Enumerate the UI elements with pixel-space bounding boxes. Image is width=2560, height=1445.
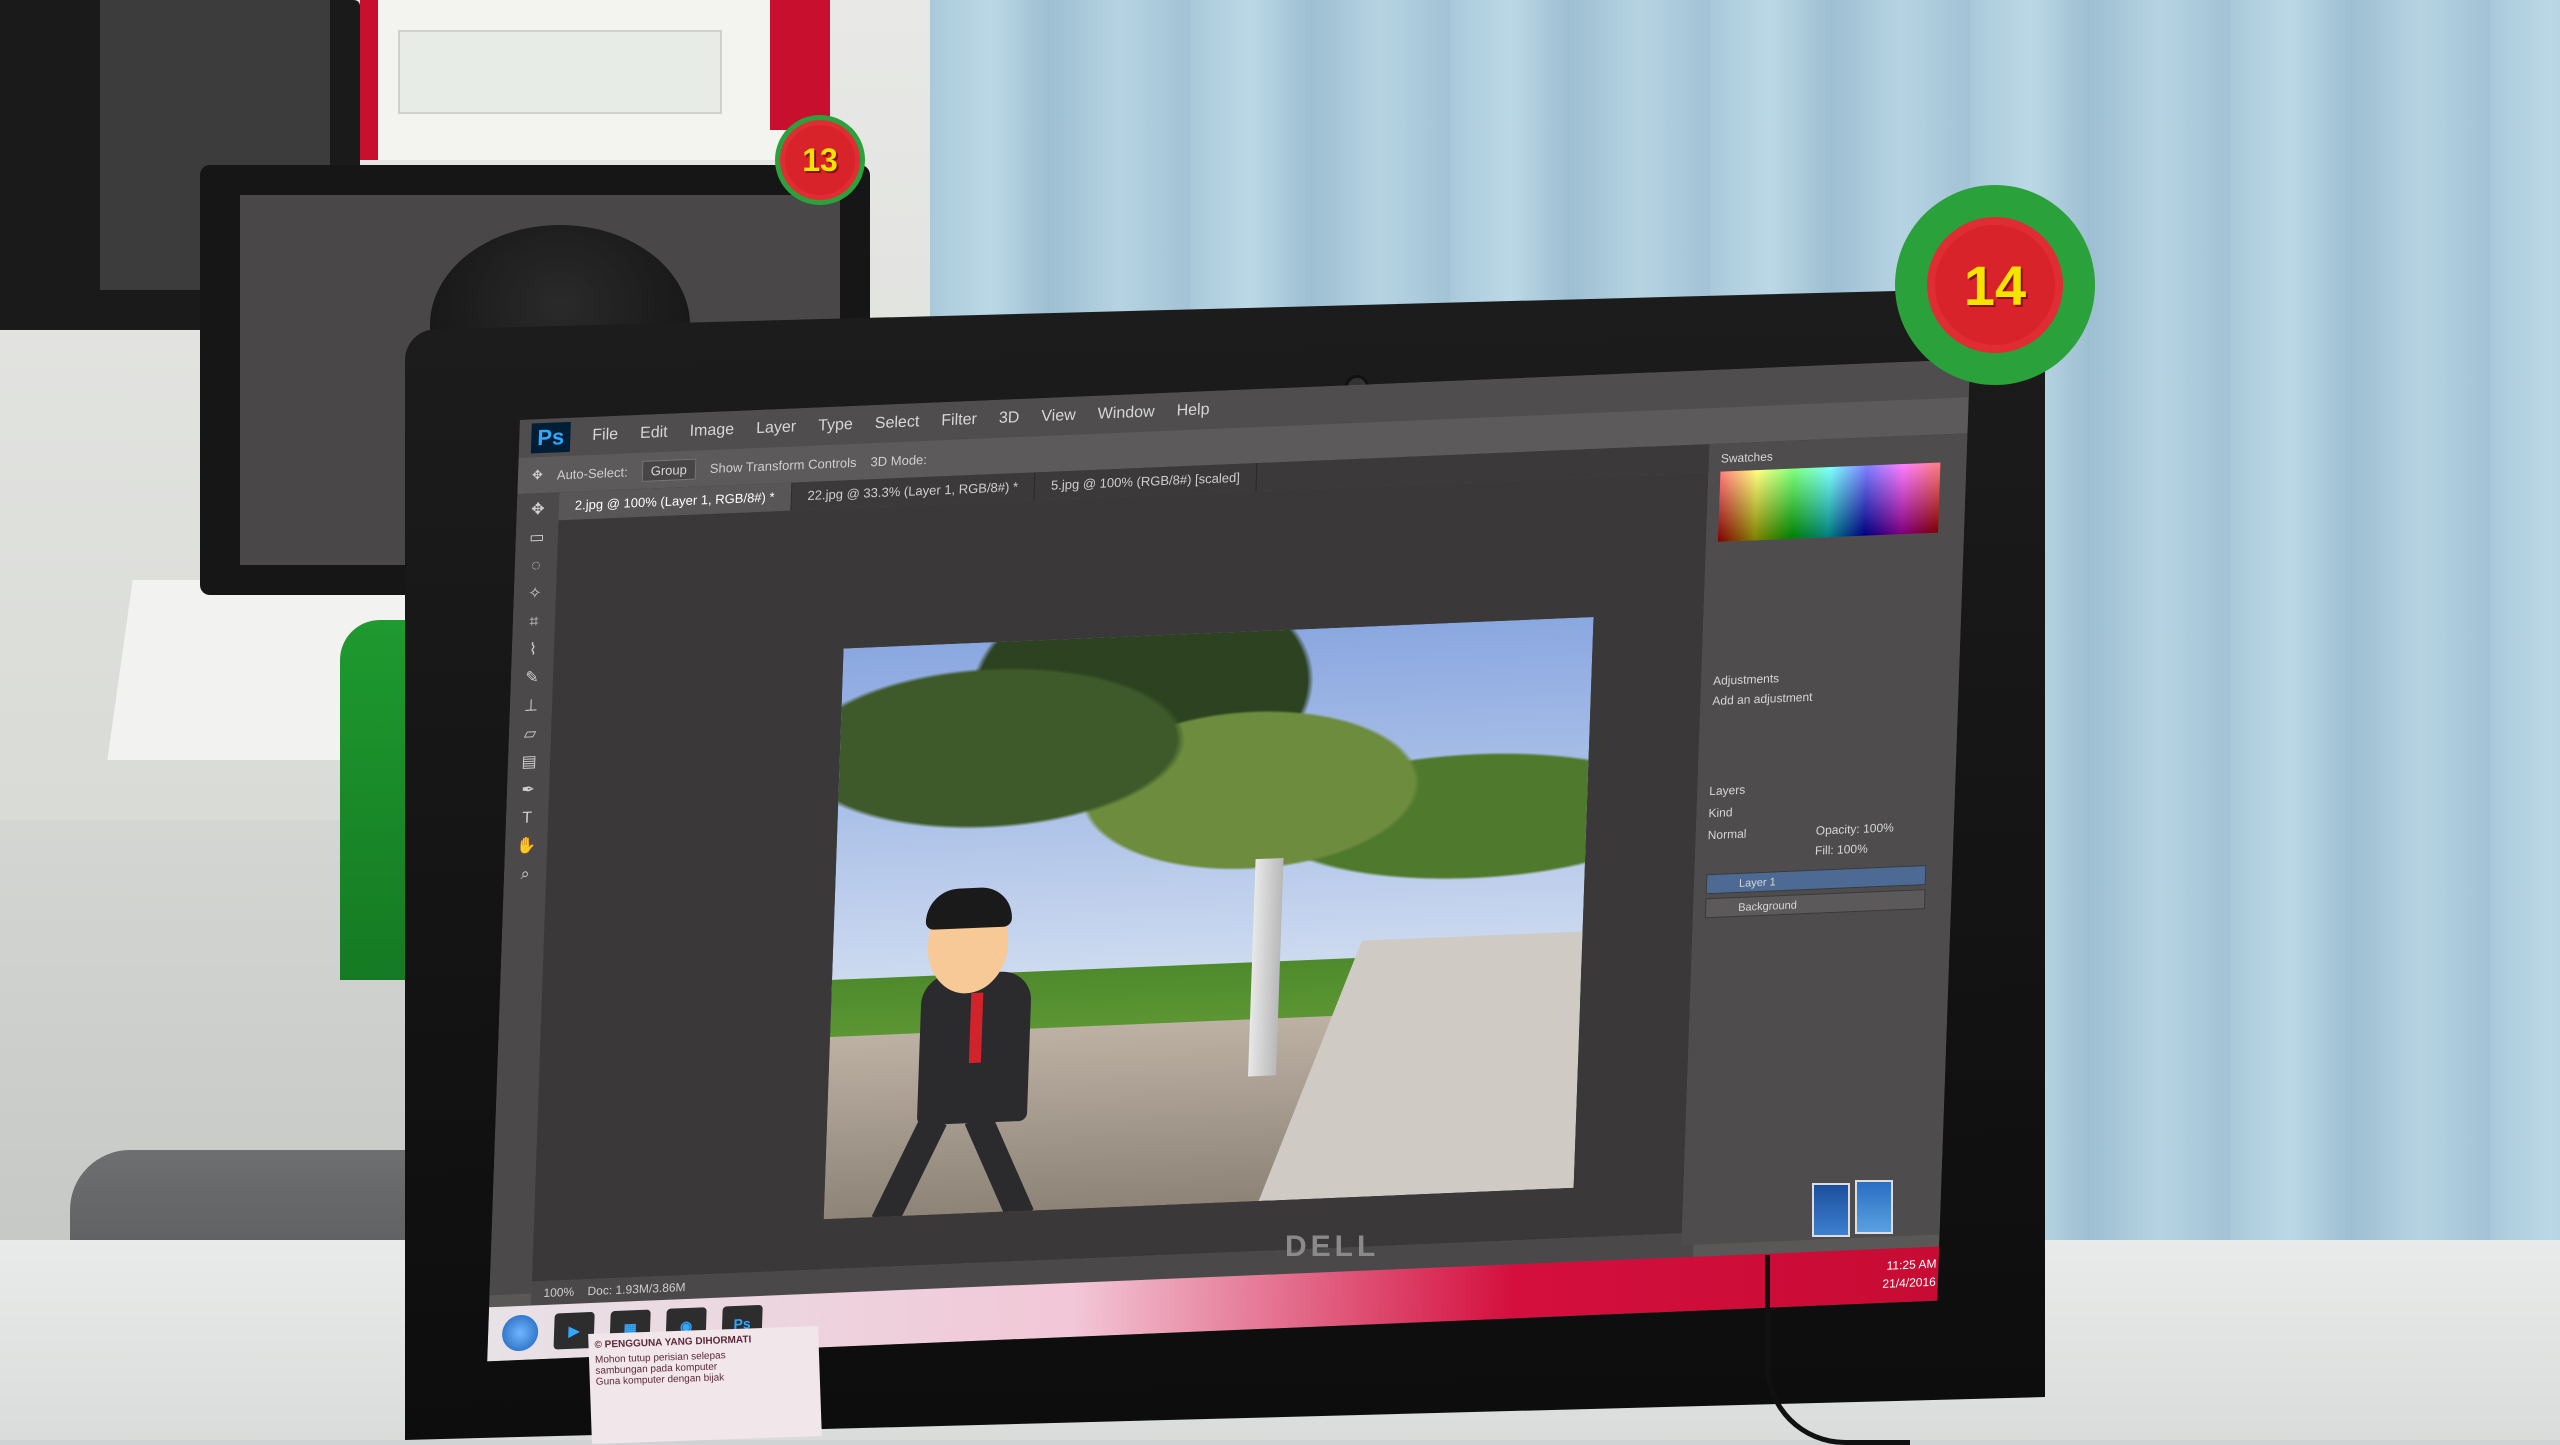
- show-transform-checkbox[interactable]: Show Transform Controls: [710, 454, 857, 475]
- menu-item-type[interactable]: Type: [818, 416, 853, 435]
- zoom-icon[interactable]: ⌕: [514, 863, 537, 886]
- station-badge-14: 14: [1895, 185, 2095, 385]
- windows-start-icon[interactable]: [501, 1314, 539, 1352]
- badge-number: 14: [1963, 253, 2027, 317]
- crop-icon[interactable]: ⌗: [523, 611, 546, 634]
- lasso-icon[interactable]: ◌: [524, 555, 547, 578]
- move-tool-icon[interactable]: ✥: [532, 467, 543, 483]
- menu-item-edit[interactable]: Edit: [640, 424, 668, 443]
- menu-item-layer[interactable]: Layer: [756, 418, 797, 438]
- blend-mode-dropdown[interactable]: Normal: [1708, 827, 1747, 843]
- adjustments-tab[interactable]: Adjustments: [1713, 671, 1780, 688]
- menu-item-select[interactable]: Select: [874, 413, 920, 433]
- badge-number: 13: [802, 141, 838, 178]
- pen-icon[interactable]: ✒: [517, 779, 540, 802]
- doc-size: Doc: 1.93M/3.86M: [587, 1280, 686, 1299]
- eraser-icon[interactable]: ▱: [519, 723, 542, 746]
- right-panels: Swatches Adjustments Add an adjustment L…: [1681, 433, 1968, 1246]
- 3d-mode-label: 3D Mode:: [870, 451, 928, 469]
- type-icon[interactable]: T: [516, 807, 539, 830]
- photoshop-logo-icon: Ps: [530, 421, 571, 454]
- menu-item-3d[interactable]: 3D: [999, 409, 1020, 428]
- dell-logo: DELL: [1285, 1230, 1380, 1263]
- red-strip: [770, 0, 830, 130]
- layers-tab[interactable]: Layers: [1709, 783, 1746, 799]
- stamp-icon[interactable]: ⊥: [520, 695, 543, 718]
- menu-item-filter[interactable]: Filter: [941, 411, 977, 431]
- gradient-icon[interactable]: ▤: [518, 751, 541, 774]
- swatches-tab[interactable]: Swatches: [1721, 449, 1774, 465]
- station-badge-13: 13: [775, 115, 865, 205]
- eyedropper-icon[interactable]: ⌇: [522, 639, 545, 662]
- menu-item-window[interactable]: Window: [1097, 403, 1154, 423]
- monitor-cable: [1765, 1255, 1910, 1445]
- hand-icon[interactable]: ✋: [515, 835, 538, 858]
- magic-wand-icon[interactable]: ✧: [524, 583, 547, 606]
- brush-icon[interactable]: ✎: [521, 667, 544, 690]
- fill-field[interactable]: Fill: 100%: [1815, 842, 1868, 858]
- marquee-icon[interactable]: ▭: [525, 527, 548, 550]
- document-canvas[interactable]: [531, 472, 1709, 1282]
- kind-filter[interactable]: Kind: [1708, 805, 1733, 820]
- park-photo: [823, 617, 1594, 1220]
- menu-item-view[interactable]: View: [1041, 407, 1076, 426]
- menu-item-file[interactable]: File: [592, 426, 618, 445]
- menu-item-image[interactable]: Image: [689, 421, 734, 441]
- group-dropdown[interactable]: Group: [641, 458, 697, 482]
- zoom-level: 100%: [543, 1284, 575, 1301]
- intel-sticker-icon: [1812, 1183, 1850, 1237]
- monitor-screen: Ps File Edit Image Layer Type Select Fil…: [487, 359, 1971, 1362]
- opacity-field[interactable]: Opacity: 100%: [1816, 820, 1895, 837]
- wall-sign: [360, 0, 818, 160]
- auto-select-checkbox[interactable]: Auto-Select:: [557, 464, 628, 482]
- menu-item-help[interactable]: Help: [1176, 401, 1209, 420]
- desk-notice: © PENGGUNA YANG DIHORMATI Mohon tutup pe…: [588, 1326, 822, 1444]
- color-swatches[interactable]: [1717, 462, 1941, 542]
- move-icon[interactable]: ✥: [526, 499, 549, 522]
- adjustments-hint: Add an adjustment: [1712, 689, 1813, 709]
- windows-sticker-icon: [1855, 1180, 1893, 1234]
